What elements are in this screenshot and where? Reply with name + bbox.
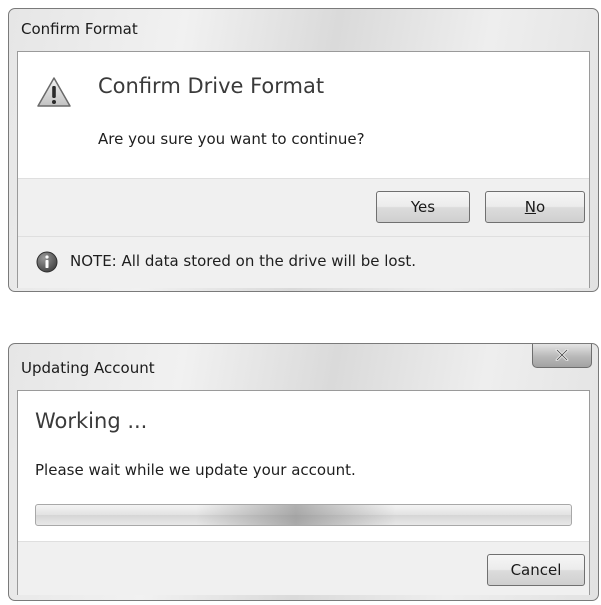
no-button-label: o xyxy=(536,198,546,216)
close-button[interactable] xyxy=(532,344,592,368)
warning-icon xyxy=(36,76,72,112)
dialog-title: Updating Account xyxy=(21,359,155,377)
info-icon xyxy=(36,251,58,277)
close-icon xyxy=(555,346,569,365)
dialog-content-area: Confirm Drive Format Are you sure you wa… xyxy=(18,52,589,178)
content-text: Please wait while we update your account… xyxy=(35,461,356,479)
dialog-client-area: Confirm Drive Format Are you sure you wa… xyxy=(17,51,590,288)
no-button[interactable]: No xyxy=(485,191,585,223)
dialog-title-bar[interactable]: Updating Account xyxy=(9,344,598,390)
updating-account-dialog: Updating Account Working ... Please wait… xyxy=(8,343,599,601)
progress-bar xyxy=(35,504,572,526)
dialog-title: Confirm Format xyxy=(21,20,138,38)
button-bar: Yes No xyxy=(18,178,589,237)
main-instruction: Working ... xyxy=(35,409,148,433)
footnote-area: NOTE: All data stored on the drive will … xyxy=(18,236,589,288)
dialog-title-bar[interactable]: Confirm Format xyxy=(9,9,598,51)
no-button-accelerator: N xyxy=(524,198,537,216)
cancel-button[interactable]: Cancel xyxy=(487,554,585,586)
dialog-client-area: Working ... Please wait while we update … xyxy=(17,390,590,595)
content-text: Are you sure you want to continue? xyxy=(98,130,365,148)
yes-button[interactable]: Yes xyxy=(376,191,470,223)
footnote-text: NOTE: All data stored on the drive will … xyxy=(70,252,417,270)
main-instruction: Confirm Drive Format xyxy=(98,74,325,98)
confirm-format-dialog: Confirm Format Confirm Drive Format Are … xyxy=(8,8,599,292)
progress-marquee xyxy=(196,505,396,525)
dialog-content-area: Working ... Please wait while we update … xyxy=(18,391,589,541)
button-bar: Cancel xyxy=(18,541,589,595)
cancel-button-label: Cancel xyxy=(510,561,562,579)
yes-button-label: Yes xyxy=(410,198,436,216)
